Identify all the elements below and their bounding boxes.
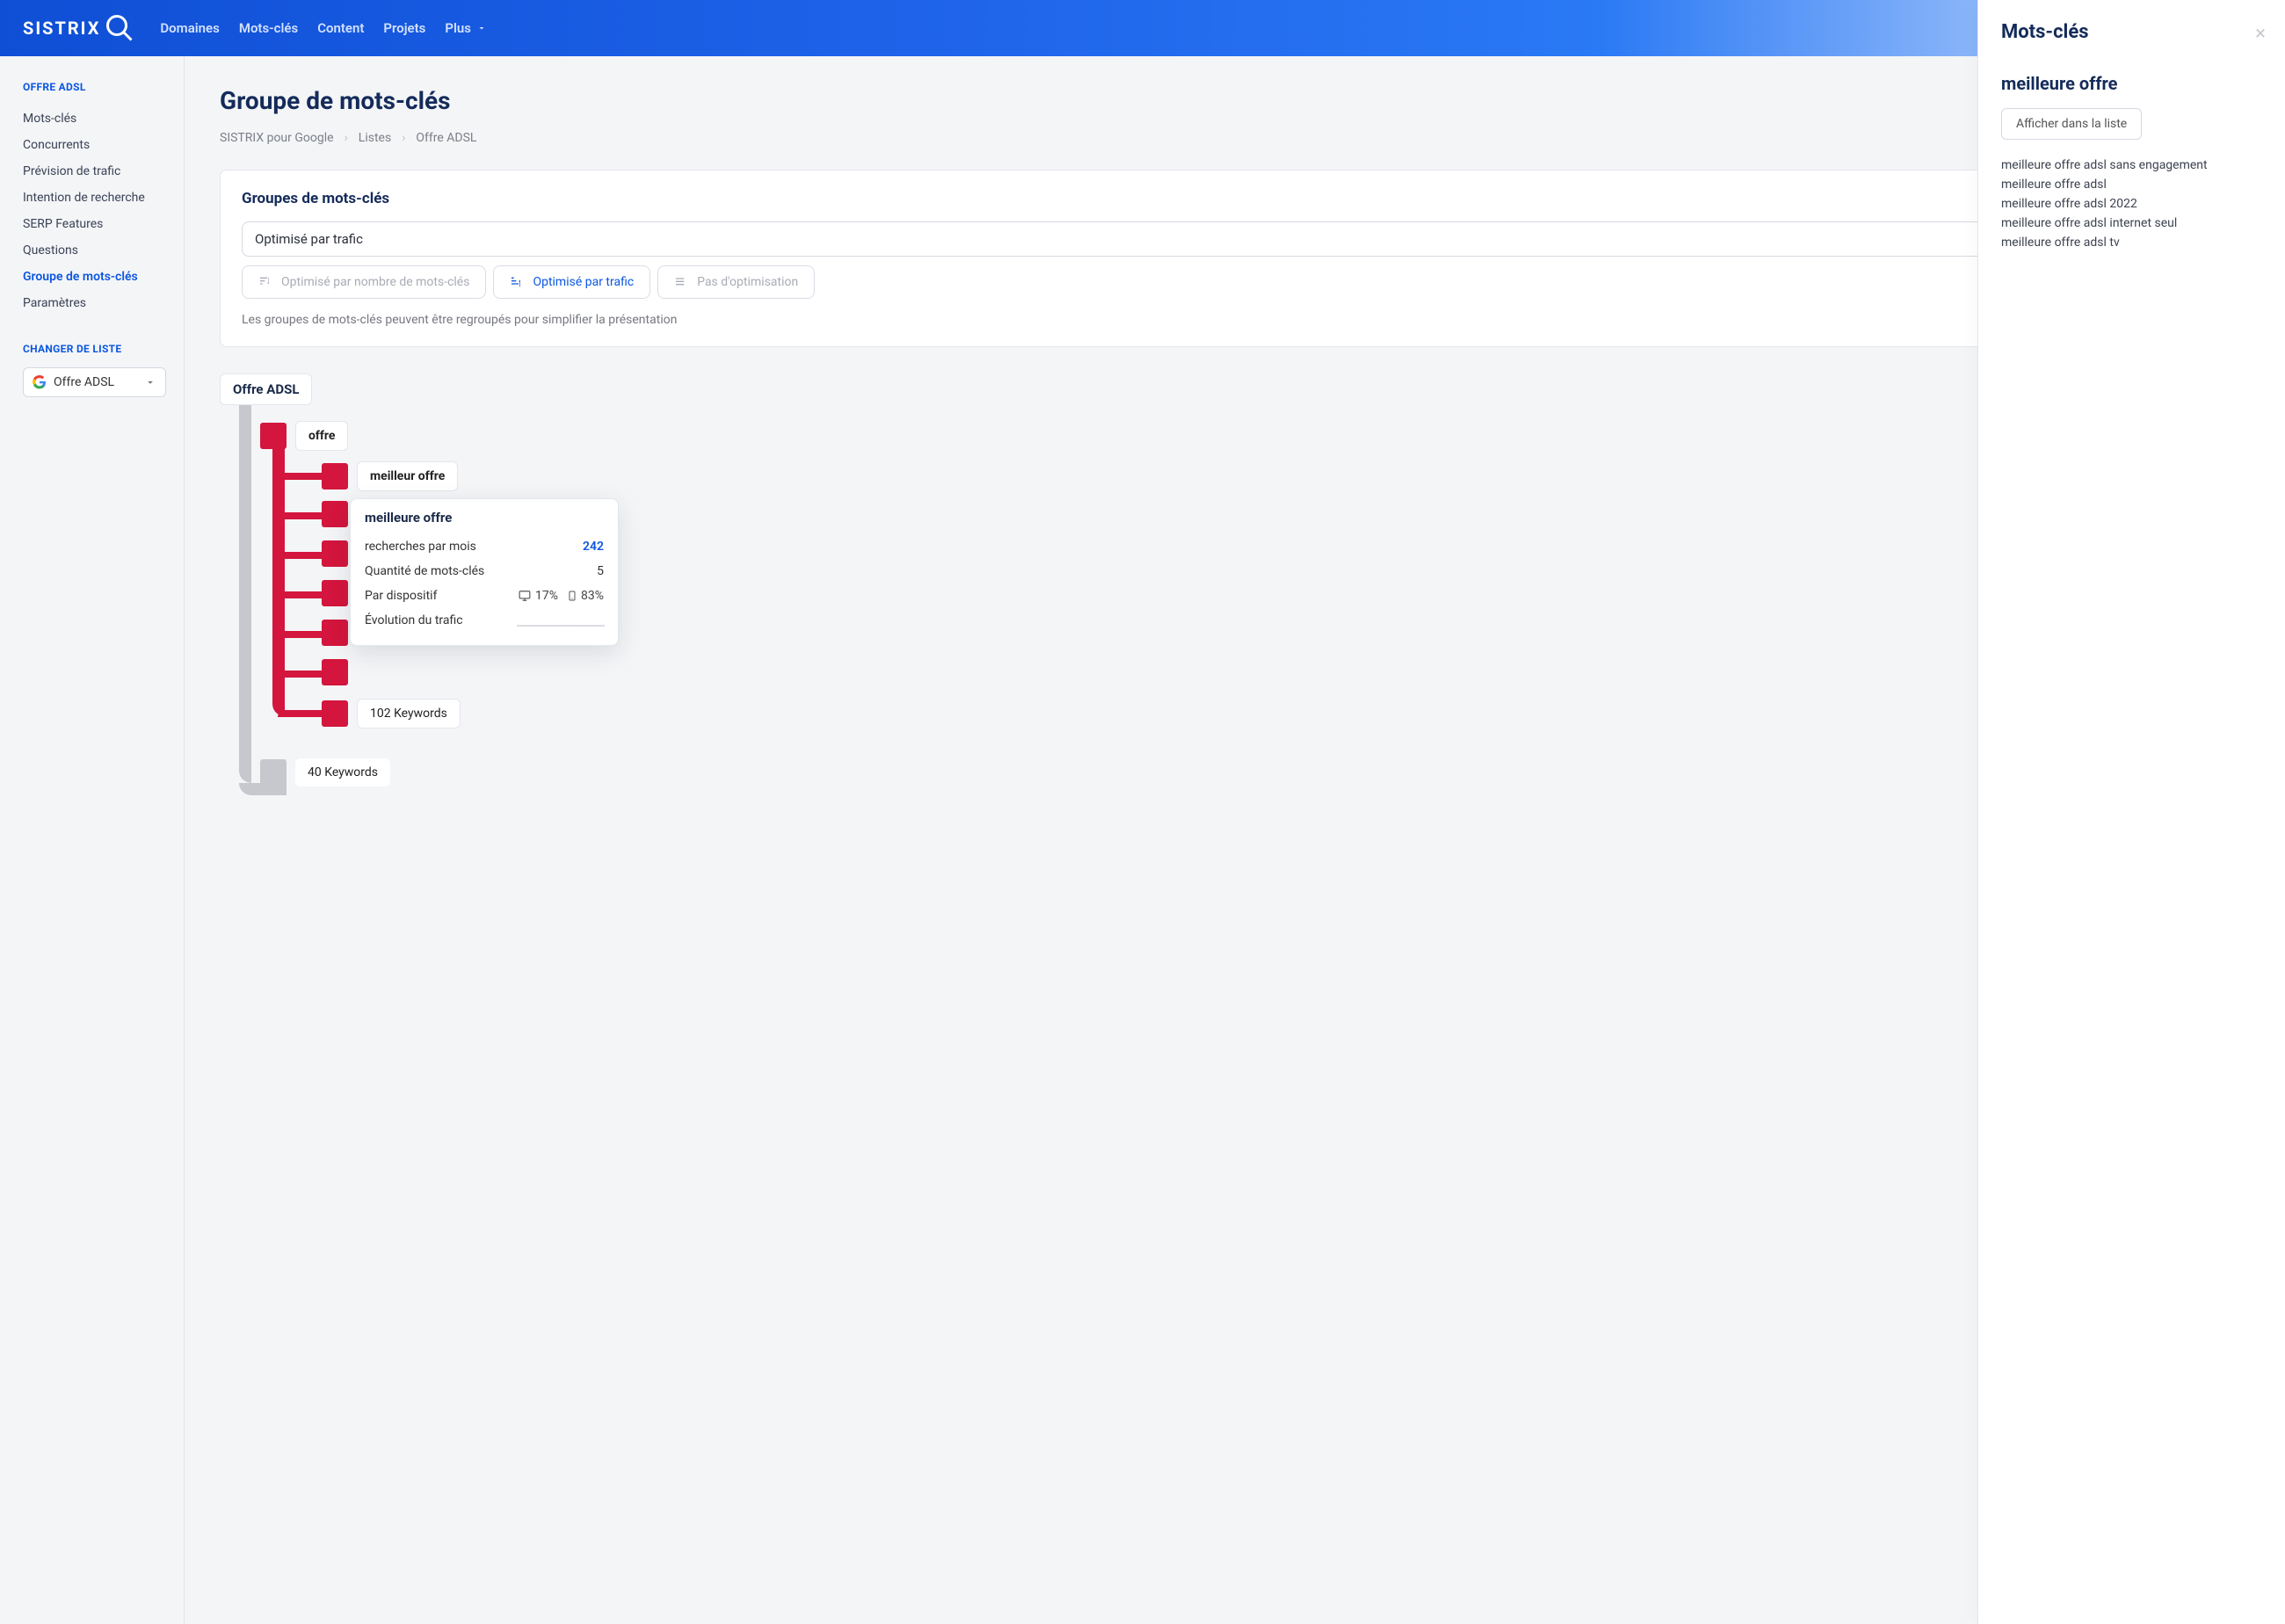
keyword-list-item[interactable]: meilleure offre adsl internet seul bbox=[2001, 214, 2262, 233]
tree-root[interactable]: Offre ADSL bbox=[220, 373, 312, 405]
sidebar-item-mots-cles[interactable]: Mots-clés bbox=[23, 105, 166, 132]
mobile-icon bbox=[567, 589, 577, 603]
optimize-select[interactable]: Optimisé par trafic bbox=[242, 221, 2228, 257]
breadcrumb: SISTRIX pour Google › Listes › Offre ADS… bbox=[220, 131, 2250, 145]
group-panel: Groupes de mots-clés Optimisé par trafic… bbox=[220, 170, 2250, 347]
brand-text: SISTRIX bbox=[23, 18, 100, 39]
tree-node-box[interactable] bbox=[322, 540, 348, 567]
panel-note: Les groupes de mots-clés peuvent être re… bbox=[242, 313, 2228, 327]
sidebar-item-concurrents[interactable]: Concurrents bbox=[23, 132, 166, 158]
tree-node-box[interactable] bbox=[322, 659, 348, 685]
list-selected-label: Offre ADSL bbox=[54, 375, 114, 389]
nav-content[interactable]: Content bbox=[317, 20, 364, 36]
google-icon bbox=[33, 375, 47, 389]
close-icon[interactable]: × bbox=[2255, 25, 2266, 44]
top-header: SISTRIX Domaines Mots-clés Content Proje… bbox=[0, 0, 2285, 56]
breadcrumb-item[interactable]: Offre ADSL bbox=[416, 131, 476, 145]
tooltip-searches-label: recherches par mois bbox=[365, 540, 476, 554]
tree-trunk bbox=[239, 405, 251, 783]
chevron-down-icon bbox=[476, 23, 487, 33]
tree-node-box[interactable] bbox=[322, 580, 348, 606]
tree-leaf-meilleur-offre[interactable]: meilleur offre bbox=[357, 461, 458, 491]
tree-more-keywords[interactable]: 102 Keywords bbox=[357, 699, 461, 729]
tooltip-qty-label: Quantité de mots-clés bbox=[365, 564, 484, 578]
sidebar-item-groupe[interactable]: Groupe de mots-clés bbox=[23, 264, 166, 290]
tree-node-box[interactable] bbox=[322, 501, 348, 527]
tree-node-box[interactable] bbox=[260, 423, 287, 449]
tooltip-title: meilleure offre bbox=[365, 510, 604, 526]
search-icon bbox=[104, 12, 135, 44]
nav-mots-cles[interactable]: Mots-clés bbox=[239, 20, 298, 36]
panel-title: Groupes de mots-clés bbox=[242, 190, 2228, 207]
sidebar-section-title: OFFRE ADSL bbox=[23, 81, 166, 93]
sort-desc-icon bbox=[258, 275, 272, 289]
desktop-icon bbox=[518, 590, 532, 602]
select-value: Optimisé par trafic bbox=[255, 231, 363, 247]
sidebar-item-prevision[interactable]: Prévision de trafic bbox=[23, 158, 166, 185]
tooltip-evolution-label: Évolution du trafic bbox=[365, 613, 463, 627]
tooltip-device-label: Par dispositif bbox=[365, 589, 437, 603]
top-nav: Domaines Mots-clés Content Projets Plus bbox=[160, 20, 487, 36]
keyword-tree: Offre ADSL offre meilleur offre bbox=[220, 373, 2250, 830]
right-panel-subtitle: meilleure offre bbox=[2001, 73, 2262, 94]
sidebar-change-list-title: CHANGER DE LISTE bbox=[23, 343, 166, 355]
tree-node-box-grey[interactable] bbox=[260, 759, 287, 786]
nav-projets[interactable]: Projets bbox=[383, 20, 425, 36]
segment-none[interactable]: Pas d'optimisation bbox=[657, 265, 815, 299]
sidebar-nav-list: Mots-clés Concurrents Prévision de trafi… bbox=[23, 105, 166, 316]
tree-node-box[interactable] bbox=[322, 463, 348, 489]
tooltip-qty-value: 5 bbox=[597, 564, 604, 578]
keyword-list: meilleure offre adsl sans engagement mei… bbox=[2001, 156, 2262, 252]
brand-logo[interactable]: SISTRIX bbox=[23, 12, 135, 44]
chevron-right-icon: › bbox=[345, 131, 348, 145]
sparkline-icon: ▁▁▁▁▁▁▁▁▁▁▁▁ bbox=[517, 614, 604, 627]
tree-node-box[interactable] bbox=[322, 620, 348, 646]
nav-plus[interactable]: Plus bbox=[445, 20, 487, 36]
sidebar-item-questions[interactable]: Questions bbox=[23, 237, 166, 264]
segment-by-count[interactable]: Optimisé par nombre de mots-clés bbox=[242, 265, 486, 299]
sidebar-item-intention[interactable]: Intention de recherche bbox=[23, 185, 166, 211]
sidebar-item-serp[interactable]: SERP Features bbox=[23, 211, 166, 237]
tree-node-box[interactable] bbox=[322, 700, 348, 727]
chevron-right-icon: › bbox=[402, 131, 405, 145]
right-panel-title: Mots-clés bbox=[2001, 21, 2262, 43]
tooltip-device-values: 17% 83% bbox=[518, 589, 604, 603]
segment-group: Optimisé par nombre de mots-clés Optimis… bbox=[242, 265, 2228, 299]
keyword-list-item[interactable]: meilleure offre adsl tv bbox=[2001, 233, 2262, 252]
segment-by-traffic[interactable]: Optimisé par trafic bbox=[493, 265, 650, 299]
sidebar-item-parametres[interactable]: Paramètres bbox=[23, 290, 166, 316]
show-in-list-button[interactable]: Afficher dans la liste bbox=[2001, 108, 2142, 140]
list-selector[interactable]: Offre ADSL bbox=[23, 367, 166, 397]
keyword-list-item[interactable]: meilleure offre adsl 2022 bbox=[2001, 194, 2262, 214]
breadcrumb-item[interactable]: Listes bbox=[359, 131, 391, 145]
sort-asc-icon bbox=[510, 275, 524, 289]
tree-bottom-keywords[interactable]: 40 Keywords bbox=[295, 758, 390, 787]
right-panel: × Mots-clés meilleure offre Afficher dan… bbox=[1977, 0, 2285, 1624]
tree-tooltip: meilleure offre recherches par mois 242 … bbox=[350, 498, 619, 646]
main-content: Groupe de mots-clés SISTRIX pour Google … bbox=[185, 56, 2285, 1624]
chevron-down-icon bbox=[144, 376, 156, 388]
breadcrumb-item[interactable]: SISTRIX pour Google bbox=[220, 131, 334, 145]
nav-domaines[interactable]: Domaines bbox=[160, 20, 219, 36]
tooltip-searches-value: 242 bbox=[583, 540, 604, 554]
left-sidebar: OFFRE ADSL Mots-clés Concurrents Prévisi… bbox=[0, 56, 185, 1624]
tree-node-offre[interactable]: offre bbox=[295, 421, 348, 451]
keyword-list-item[interactable]: meilleure offre adsl sans engagement bbox=[2001, 156, 2262, 175]
page-title: Groupe de mots-clés bbox=[220, 86, 2250, 115]
list-icon bbox=[674, 275, 688, 289]
keyword-list-item[interactable]: meilleure offre adsl bbox=[2001, 175, 2262, 194]
